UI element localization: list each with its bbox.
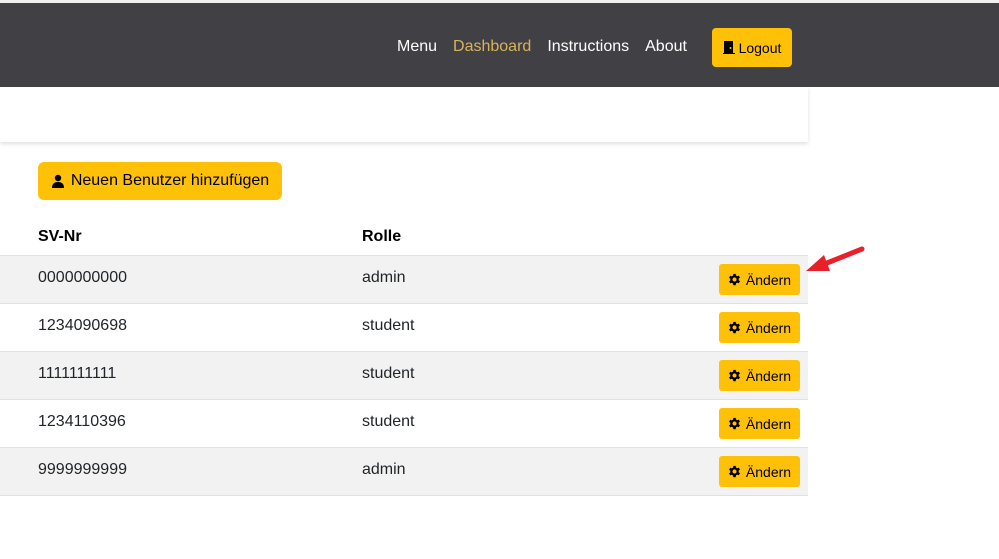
users-table: SV-Nr Rolle 0000000000 admin Ändern 1234… <box>0 216 808 496</box>
table-header: SV-Nr Rolle <box>0 216 808 256</box>
top-navbar: Menu Dashboard Instructions About Logout <box>0 0 999 87</box>
edit-button[interactable]: Ändern <box>719 264 800 295</box>
gear-icon <box>728 465 740 478</box>
gear-icon <box>728 273 740 286</box>
table-row: 1111111111 student Ändern <box>0 352 808 400</box>
logout-label: Logout <box>738 39 782 56</box>
edit-label: Ändern <box>745 319 792 336</box>
cell-role: student <box>362 317 415 334</box>
edit-label: Ändern <box>745 463 792 480</box>
cell-role: admin <box>362 269 406 286</box>
edit-button[interactable]: Ändern <box>719 312 800 343</box>
cell-sv-nr: 1234110396 <box>38 413 126 430</box>
cell-sv-nr: 1111111111 <box>38 365 117 382</box>
edit-label: Ändern <box>745 367 792 384</box>
nav-links: Menu Dashboard Instructions About <box>397 3 703 90</box>
nav-link-about[interactable]: About <box>645 38 687 56</box>
logout-button[interactable]: Logout <box>712 28 792 67</box>
cell-role: student <box>362 365 415 382</box>
cell-sv-nr: 1234090698 <box>38 317 127 334</box>
cell-sv-nr: 9999999999 <box>38 461 127 478</box>
table-row: 0000000000 admin Ändern <box>0 256 808 304</box>
gear-icon <box>728 321 740 334</box>
user-icon <box>51 174 64 188</box>
edit-label: Ändern <box>745 415 792 432</box>
table-row: 1234090698 student Ändern <box>0 304 808 352</box>
red-arrow-icon <box>806 246 865 271</box>
table-row: 1234110396 student Ändern <box>0 400 808 448</box>
header-card <box>0 87 808 142</box>
cell-role: student <box>362 413 415 430</box>
edit-button[interactable]: Ändern <box>719 456 800 487</box>
edit-button[interactable]: Ändern <box>719 408 800 439</box>
cell-role: admin <box>362 461 406 478</box>
nav-link-menu[interactable]: Menu <box>397 38 437 56</box>
edit-label: Ändern <box>745 271 792 288</box>
door-icon <box>722 41 735 54</box>
add-user-button[interactable]: Neuen Benutzer hinzufügen <box>38 162 282 200</box>
cell-sv-nr: 0000000000 <box>38 269 127 286</box>
edit-button[interactable]: Ändern <box>719 360 800 391</box>
add-user-label: Neuen Benutzer hinzufügen <box>70 172 270 189</box>
header-sv-nr: SV-Nr <box>38 228 82 245</box>
table-row: 9999999999 admin Ändern <box>0 448 808 496</box>
gear-icon <box>728 417 740 430</box>
header-role: Rolle <box>362 228 402 245</box>
gear-icon <box>728 369 740 382</box>
nav-link-instructions[interactable]: Instructions <box>547 38 629 56</box>
nav-link-dashboard[interactable]: Dashboard <box>453 38 531 56</box>
